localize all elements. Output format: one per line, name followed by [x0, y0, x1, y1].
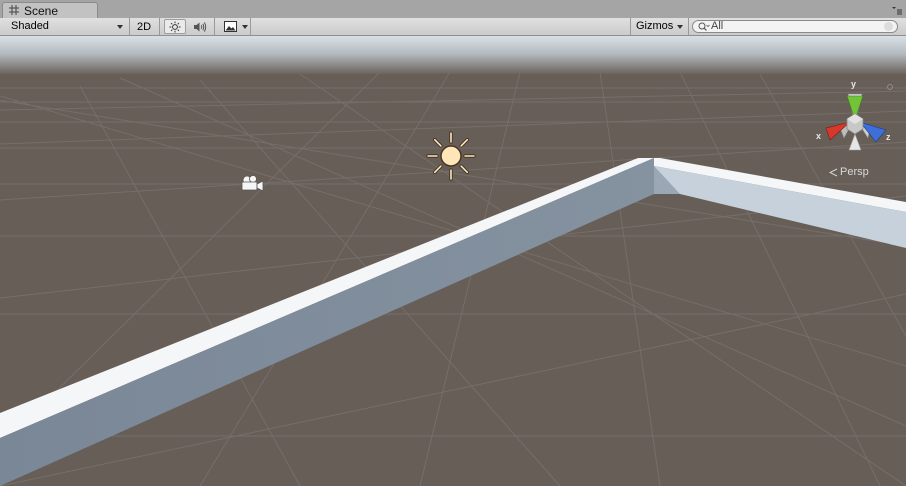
toolbar-divider — [129, 18, 130, 35]
panel-menu-icon[interactable] — [891, 5, 903, 15]
axis-x-label: x — [816, 131, 821, 141]
gizmos-dropdown[interactable]: Gizmos — [633, 19, 685, 34]
projection-label: Persp — [840, 166, 869, 178]
effects-dropdown-arrow-icon[interactable] — [242, 25, 248, 29]
image-effects-icon — [223, 21, 237, 32]
scene-tab[interactable]: Scene — [2, 2, 98, 18]
grid-hash-icon — [9, 5, 19, 15]
axis-z-label: z — [886, 132, 891, 142]
directional-light-sun-icon[interactable] — [426, 131, 476, 181]
scene-orientation-gizmo[interactable]: y x z — [812, 76, 898, 151]
scene-viewport[interactable]: y x z Persp — [0, 36, 906, 486]
skybox-horizon — [0, 36, 906, 74]
scene-audio-toggle[interactable] — [189, 19, 211, 34]
axis-neg-y-bottom-cone — [848, 133, 862, 151]
chevron-down-icon — [677, 25, 683, 29]
toolbar-divider — [250, 18, 251, 35]
render-mode-value: Shaded — [11, 20, 49, 32]
light-bulb-sun-icon — [169, 21, 181, 32]
perspective-icon — [829, 168, 838, 176]
tab-label: Scene — [24, 4, 59, 18]
gizmos-label: Gizmos — [636, 20, 674, 32]
scene-effects-toggle[interactable] — [219, 19, 241, 34]
gizmo-lock-icon — [887, 84, 893, 90]
hierarchy-search-field[interactable] — [692, 20, 898, 33]
chevron-down-icon — [117, 25, 123, 29]
camera-gizmo-icon[interactable] — [239, 174, 265, 192]
window-tab-bar: Scene — [0, 0, 906, 18]
scene-toolbar: Shaded 2D Gizmos — [0, 18, 906, 36]
speaker-icon — [194, 21, 207, 32]
toolbar-divider — [159, 18, 160, 35]
toolbar-divider — [214, 18, 215, 35]
search-input[interactable] — [711, 20, 881, 32]
search-clear-icon[interactable] — [884, 22, 893, 31]
axis-y-label: y — [851, 79, 856, 89]
toolbar-divider — [630, 18, 631, 35]
2d-mode-toggle[interactable]: 2D — [133, 19, 155, 34]
scene-lighting-toggle[interactable] — [164, 19, 186, 34]
search-icon — [698, 22, 710, 31]
projection-toggle[interactable]: Persp — [829, 166, 869, 178]
render-mode-dropdown[interactable]: Shaded — [4, 19, 126, 34]
scene-render — [0, 36, 906, 486]
toolbar-divider — [688, 18, 689, 35]
